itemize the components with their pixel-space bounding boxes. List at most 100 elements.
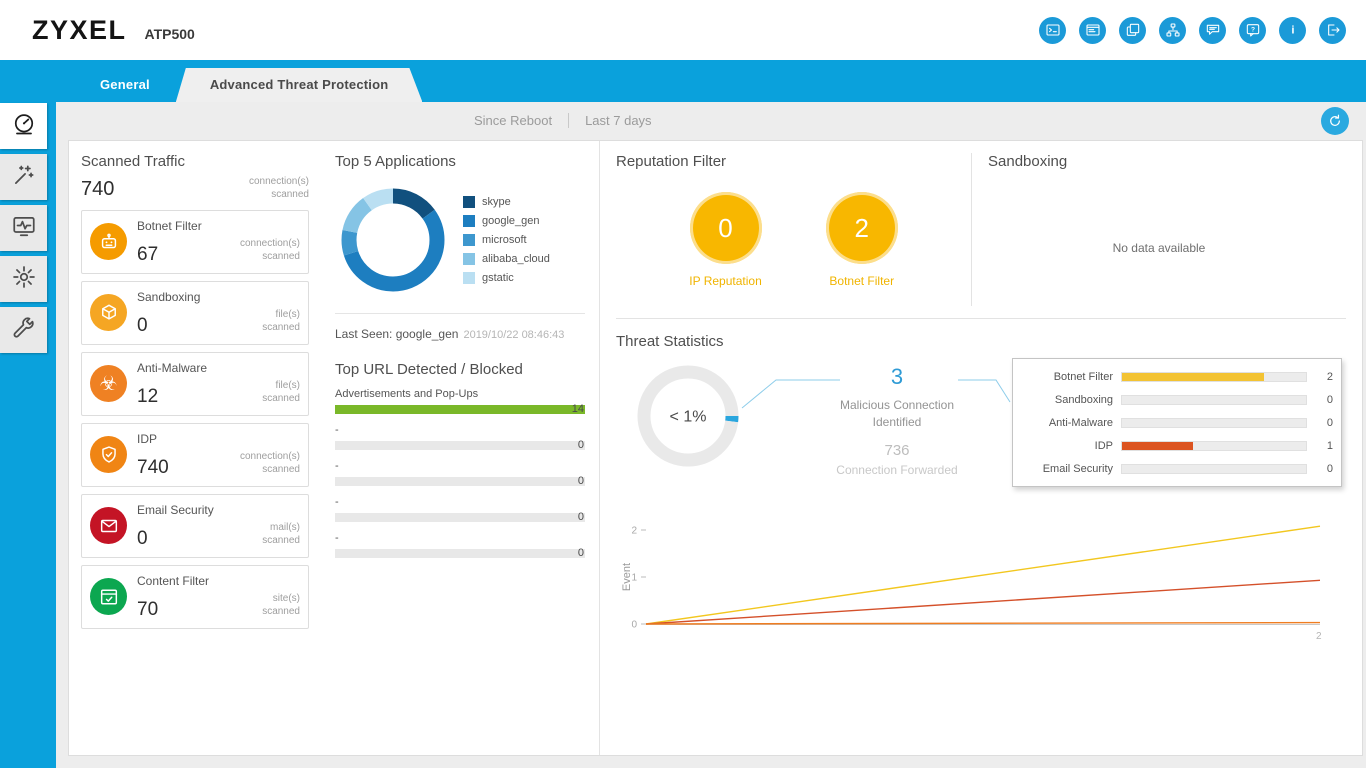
top-header: ZYXEL ATP500 ? i: [0, 0, 1366, 60]
range-since-reboot[interactable]: Since Reboot: [474, 113, 552, 128]
threat-bar-value: 1: [1326, 439, 1333, 452]
threat-bar-value: 2: [1326, 370, 1333, 383]
tab-general[interactable]: General: [74, 68, 176, 102]
sidebar-item-maintenance[interactable]: [0, 307, 47, 353]
url-category: -: [335, 496, 339, 508]
threat-ratio-donut-chart: < 1%: [637, 365, 739, 467]
card-value: 0: [137, 315, 148, 336]
legend-item-microsoft: microsoft: [463, 233, 550, 248]
threat-bar-label: Sandboxing: [1054, 393, 1113, 406]
scanned-total-value: 740: [81, 178, 115, 200]
dashboard-content: Since Reboot Last 7 days Scanned Traffic…: [56, 102, 1366, 768]
url-row-5: -0: [335, 532, 585, 559]
forum-icon[interactable]: [1199, 16, 1226, 44]
legend-swatch: [463, 234, 475, 246]
threat-bar-label: Botnet Filter: [1053, 370, 1113, 383]
reputation-count-circle: 2: [825, 192, 898, 264]
reputation-circles: 0 IP Reputation 2 Botnet Filter: [616, 192, 971, 288]
dashboard-icon: [11, 111, 37, 142]
refresh-button[interactable]: [1321, 107, 1349, 135]
header-actions: ? i: [1039, 16, 1346, 44]
scanned-total-unit: connection(s) scanned: [248, 176, 309, 200]
legend-label: gstatic: [482, 272, 514, 284]
card-value: 740: [137, 457, 169, 478]
scanned-card-idp: IDP 740 connection(s) scanned: [81, 423, 309, 487]
reference-icon[interactable]: [1119, 16, 1146, 44]
range-separator: [568, 113, 570, 128]
card-value: 12: [137, 386, 159, 407]
url-category: Advertisements and Pop-Ups: [335, 388, 479, 400]
url-row-2: -0: [335, 424, 585, 451]
threat-bar-botnet-filter: Botnet Filter 2: [1021, 365, 1333, 388]
quick-setup-icon: [11, 162, 37, 193]
applications-legend: skype google_gen microsoft alibaba_cloudgst…: [463, 191, 550, 290]
threat-bar-label: Email Security: [1042, 462, 1113, 475]
card-name: Email Security: [137, 503, 214, 517]
url-bar: 14: [335, 403, 585, 415]
event-line-chart: 012Event2: [621, 526, 1322, 643]
legend-label: skype: [482, 196, 511, 208]
mail-icon: [90, 507, 127, 544]
svg-text:< 1%: < 1%: [670, 409, 707, 426]
url-category: -: [335, 532, 339, 544]
legend-swatch: [463, 253, 475, 265]
legend-item-alibaba-cloud: alibaba_cloud: [463, 252, 550, 267]
legend-label: alibaba_cloud: [482, 253, 550, 265]
svg-text:i: i: [1291, 25, 1294, 37]
legend-swatch: [463, 272, 475, 284]
sidebar: [0, 102, 56, 768]
threat-bar-email-security: Email Security 0: [1021, 457, 1333, 480]
threat-statistics-panel: Threat Statistics < 1% 3 Malicious Conne…: [616, 319, 1346, 651]
url-bar: 0: [335, 439, 585, 451]
sidebar-item-dashboard[interactable]: [0, 103, 47, 149]
url-row-1: Advertisements and Pop-Ups 14: [335, 388, 585, 415]
url-category: -: [335, 460, 339, 472]
forwarded-label: Connection Forwarded: [836, 462, 958, 477]
threat-bar-track: [1121, 371, 1307, 382]
right-panel: Reputation Filter 0 IP Reputation 2 Botnet …: [599, 141, 1362, 755]
threat-bar-value: 0: [1326, 393, 1333, 406]
about-icon[interactable]: i: [1279, 16, 1306, 44]
threat-bar-track: [1121, 394, 1307, 405]
card-name: Anti-Malware: [137, 361, 208, 375]
url-count: 14: [571, 403, 584, 415]
top-applications-panel: Top 5 Applications skype google_gen micros…: [321, 141, 599, 755]
threat-bar-track: [1121, 417, 1307, 428]
last-seen-time: 2019/10/22 08:46:43: [463, 329, 565, 341]
sandboxing-empty-text: No data available: [1112, 241, 1206, 255]
url-bar: 0: [335, 475, 585, 487]
tab-advanced-threat-protection[interactable]: Advanced Threat Protection: [176, 68, 423, 102]
legend-swatch: [463, 215, 475, 227]
biohazard-icon: ☣: [90, 365, 127, 402]
scanned-cards: Botnet Filter 67 connection(s) scanned Sandb…: [81, 210, 309, 629]
help-icon[interactable]: ?: [1239, 16, 1266, 44]
range-last-7-days[interactable]: Last 7 days: [585, 113, 652, 128]
sandbox-icon: [90, 294, 127, 331]
configuration-icon: [11, 264, 37, 295]
reputation-item-botnet-filter: 2 Botnet Filter: [825, 192, 898, 288]
sandboxing-panel: Sandboxing No data available: [972, 153, 1346, 306]
threat-summary: 3 Malicious Connection Identified 736 Co…: [782, 358, 1012, 486]
malicious-label: Malicious Connection Identified: [839, 398, 955, 430]
main-nav: General Advanced Threat Protection: [0, 60, 1366, 102]
card-value: 67: [137, 244, 159, 265]
card-value: 0: [137, 528, 148, 549]
card-unit: site(s) scanned: [262, 593, 300, 617]
dashboard-sheet: Scanned Traffic 740 connection(s) scanne…: [68, 140, 1363, 756]
sidebar-item-configuration[interactable]: [0, 256, 47, 302]
card-value: 70: [137, 599, 159, 620]
url-category: -: [335, 424, 339, 436]
logout-icon[interactable]: [1319, 16, 1346, 44]
sidebar-item-quick-setup[interactable]: [0, 154, 47, 200]
threat-bar-sandboxing: Sandboxing 0: [1021, 388, 1333, 411]
threat-bar-value: 0: [1326, 416, 1333, 429]
zyxel-logo: ZYXEL: [32, 14, 127, 45]
svg-text:?: ?: [1250, 27, 1254, 34]
sidebar-item-monitor[interactable]: [0, 205, 47, 251]
legend-label: google_gen: [482, 215, 540, 227]
threat-bar-value: 0: [1326, 462, 1333, 475]
web-console-icon[interactable]: [1039, 16, 1066, 44]
cli-icon[interactable]: [1079, 16, 1106, 44]
site-map-icon[interactable]: [1159, 16, 1186, 44]
threat-bars-box: Botnet Filter 2 Sandboxing 0 Anti-Malware 0 ID…: [1012, 358, 1342, 487]
